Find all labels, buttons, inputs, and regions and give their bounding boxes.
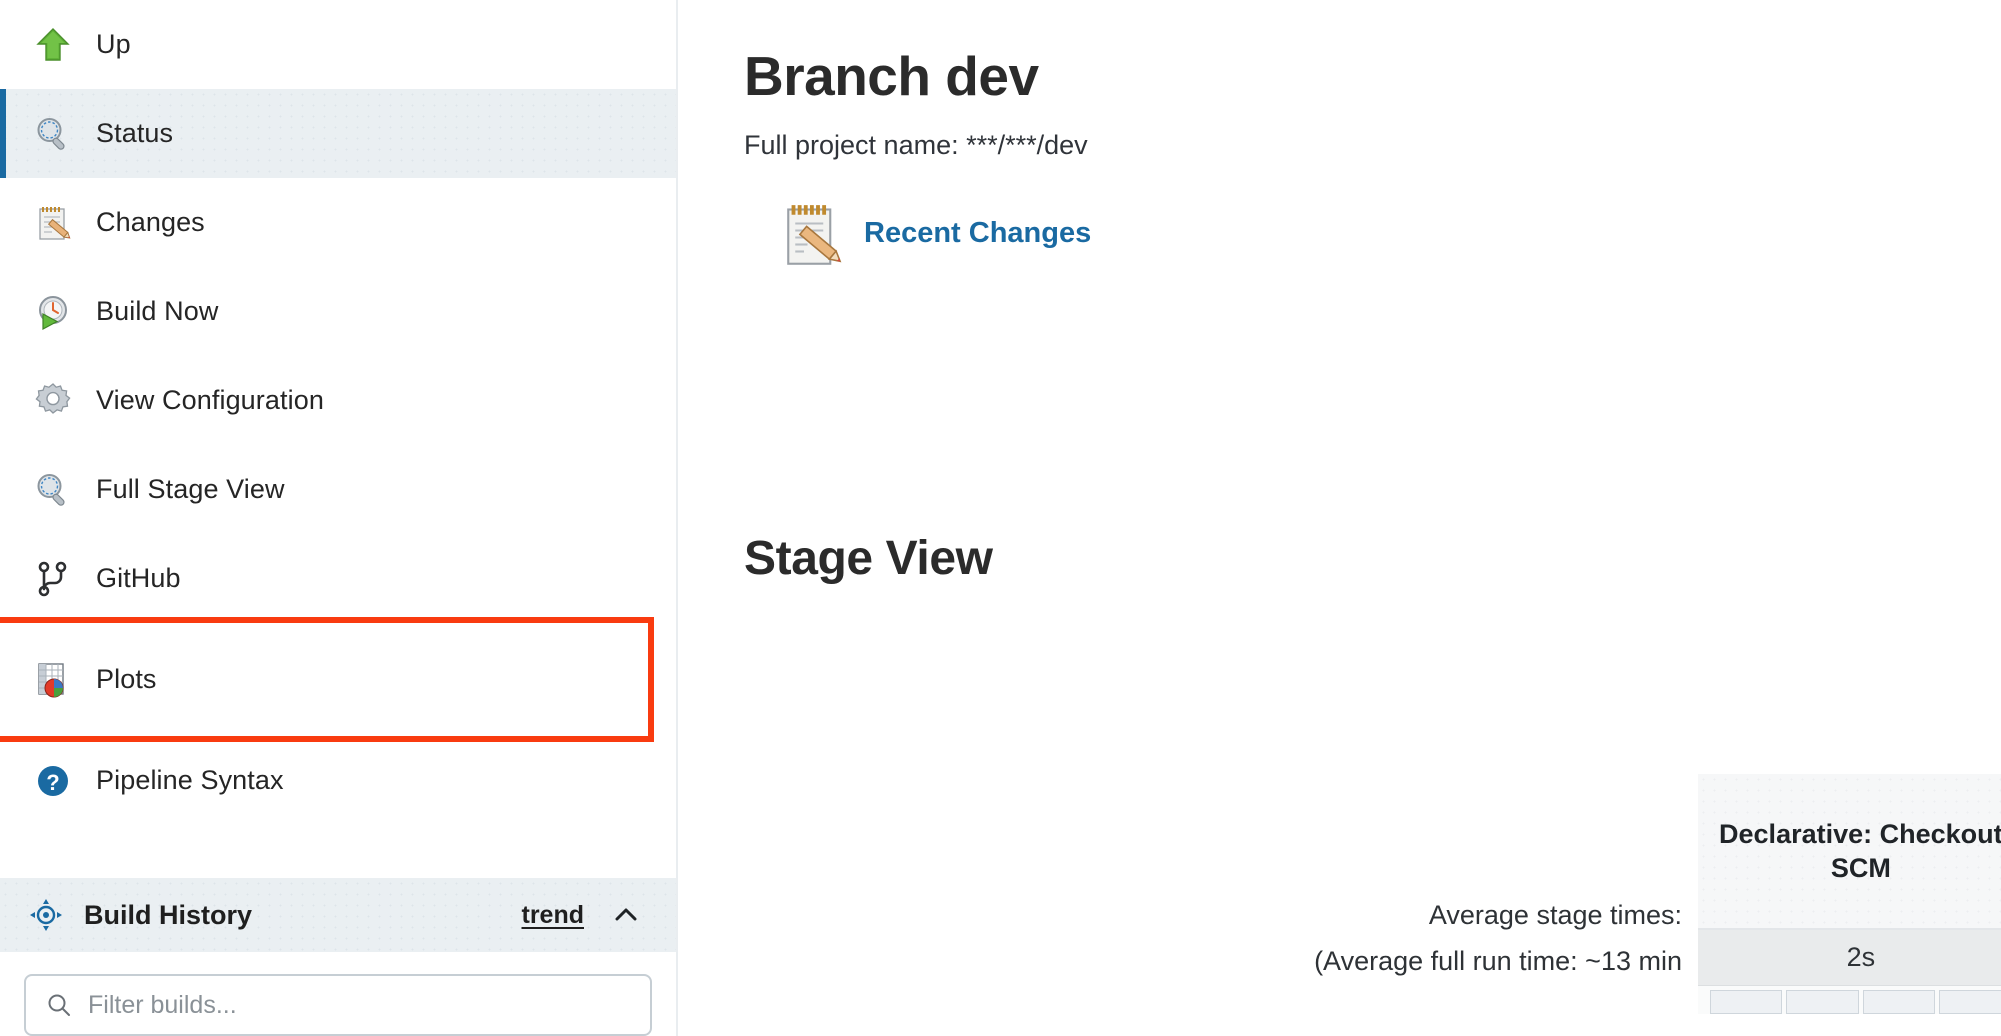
page-title: Branch dev [744, 45, 1039, 107]
build-trend-link[interactable]: trend [522, 901, 585, 930]
full-project-name: Full project name: ***/***/dev [744, 129, 1088, 160]
recent-changes-row[interactable]: Recent Changes [744, 197, 2001, 271]
sidebar-item-label: Pipeline Syntax [96, 765, 284, 795]
sidebar: Up Status Changes Build Now View Configu… [0, 0, 678, 1036]
sidebar-item-full-stage-view[interactable]: Full Stage View [0, 445, 676, 534]
search-icon [44, 992, 74, 1018]
notepad-pencil-icon [30, 200, 76, 246]
sidebar-item-plots[interactable]: Plots [0, 617, 654, 742]
recent-changes-link[interactable]: Recent Changes [864, 217, 1091, 250]
sidebar-item-changes[interactable]: Changes [0, 178, 676, 267]
gear-icon [30, 378, 76, 424]
stage-view-section-title: Stage View [744, 531, 993, 585]
sidebar-item-label: Full Stage View [96, 474, 285, 504]
stage-columns: Declarative: Checkout SCM 2s Install Dep… [1698, 774, 2001, 1014]
build-history-controls: trend [522, 899, 643, 931]
build-history-title: Build History [84, 899, 253, 930]
sidebar-item-github[interactable]: GitHub [0, 534, 676, 623]
run-cell[interactable] [1710, 990, 1783, 1014]
magnifier-icon [30, 467, 76, 513]
svg-text:?: ? [46, 770, 59, 795]
build-filter-section [0, 952, 676, 1036]
sidebar-item-label: GitHub [96, 563, 181, 593]
average-full-run-time-label: (Average full run time: ~13 min [1314, 946, 1682, 976]
jenkins-page: Up Status Changes Build Now View Configu… [0, 0, 2001, 1036]
run-cell[interactable] [1786, 990, 1859, 1014]
sidebar-item-view-configuration[interactable]: View Configuration [0, 356, 676, 445]
stage-row-labels: Average stage times: (Average full run t… [1312, 774, 1698, 984]
sidebar-item-label: View Configuration [96, 385, 324, 415]
build-history-header[interactable]: Build History trend [0, 878, 676, 952]
plots-chart-icon [30, 657, 76, 703]
chevron-up-icon[interactable] [610, 899, 642, 931]
build-history-icon [26, 895, 66, 935]
notepad-pencil-icon [774, 197, 848, 271]
clock-play-icon [30, 289, 76, 335]
sidebar-item-label: Plots [96, 664, 157, 694]
sidebar-item-up[interactable]: Up [0, 0, 676, 89]
stage-header: Declarative: Checkout SCM [1698, 774, 2001, 930]
sidebar-item-build-now[interactable]: Build Now [0, 267, 676, 356]
stage-run-cells [1698, 986, 2001, 1014]
stage-view-table: Average stage times: (Average full run t… [1312, 774, 2001, 1014]
up-arrow-icon [30, 22, 76, 68]
filter-builds-input[interactable] [88, 990, 632, 1020]
run-cell[interactable] [1939, 990, 2001, 1014]
stage-column-declarative-checkout-scm[interactable]: Declarative: Checkout SCM 2s [1698, 774, 2001, 1014]
sidebar-item-label: Status [96, 118, 174, 148]
stage-average-time: 2s [1698, 930, 2001, 986]
help-question-icon: ? [30, 758, 76, 804]
sidebar-item-status[interactable]: Status [0, 89, 676, 178]
main-content: Branch dev Full project name: ***/***/de… [678, 0, 2001, 1036]
sidebar-item-pipeline-syntax[interactable]: ? Pipeline Syntax [0, 736, 676, 825]
sidebar-item-label: Up [96, 29, 131, 59]
git-branch-icon [30, 556, 76, 602]
magnifier-icon [30, 111, 76, 157]
main-inner: Branch dev Full project name: ***/***/de… [678, 0, 2001, 586]
filter-builds-box[interactable] [24, 974, 652, 1036]
run-cell[interactable] [1862, 990, 1936, 1014]
sidebar-item-label: Build Now [96, 296, 219, 326]
average-stage-times-label: Average stage times: [1428, 900, 1682, 930]
sidebar-item-label: Changes [96, 207, 205, 237]
sidebar-task-list: Up Status Changes Build Now View Configu… [0, 0, 676, 825]
